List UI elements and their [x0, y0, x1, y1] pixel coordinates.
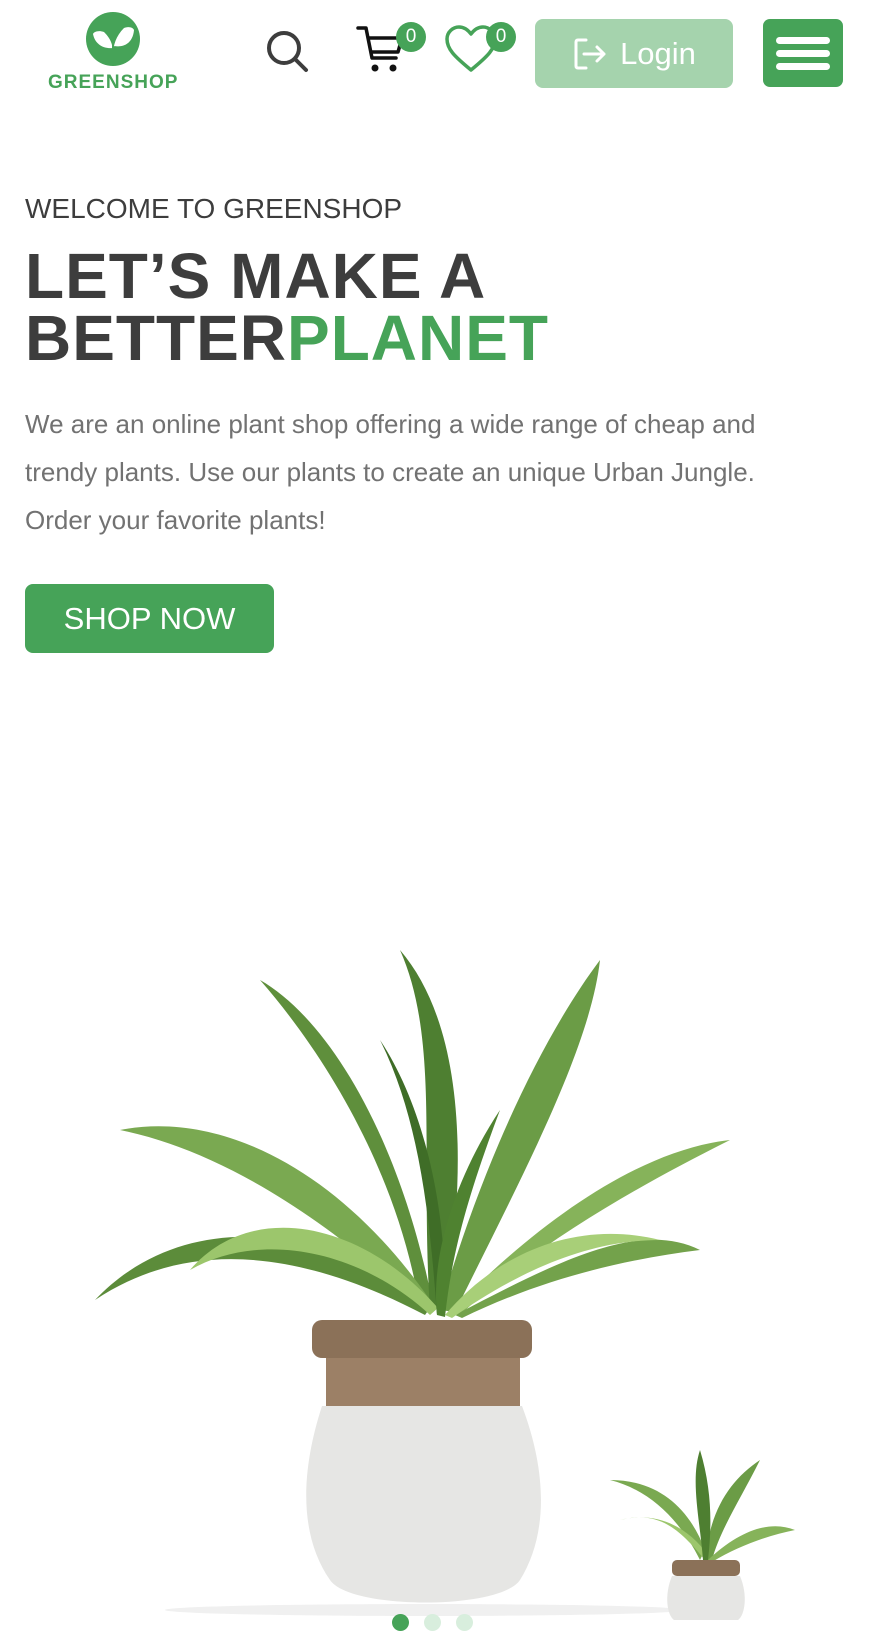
- login-label: Login: [620, 35, 696, 71]
- hamburger-icon: [776, 63, 830, 70]
- carousel-dot[interactable]: [456, 1614, 473, 1631]
- login-button[interactable]: Login: [535, 19, 733, 88]
- site-header: GREENSHOP 0 0 Login: [0, 0, 869, 110]
- brand-name: GREENSHOP: [48, 72, 179, 93]
- potted-plant-illustration: [95, 950, 795, 1620]
- carousel-dot[interactable]: [392, 1614, 409, 1631]
- search-icon: [267, 31, 308, 72]
- shop-now-button[interactable]: SHOP NOW: [25, 584, 274, 653]
- carousel-dot[interactable]: [424, 1614, 441, 1631]
- large-pot: [165, 1320, 685, 1616]
- search-button[interactable]: [264, 28, 312, 76]
- wishlist-button[interactable]: 0: [444, 22, 516, 78]
- headline-accent-word: PLANET: [287, 302, 549, 374]
- headline-dark-word: BETTER: [25, 302, 287, 374]
- cart-button[interactable]: 0: [356, 22, 426, 78]
- greenshop-logo[interactable]: GREENSHOP: [48, 12, 178, 94]
- hamburger-icon: [776, 50, 830, 57]
- hero-welcome-text: WELCOME TO GREENSHOP: [25, 193, 403, 224]
- menu-button[interactable]: [763, 19, 843, 87]
- small-plant: [610, 1450, 795, 1620]
- large-plant-leaves: [95, 950, 730, 1318]
- wishlist-count-badge: 0: [486, 22, 516, 52]
- cart-count-badge: 0: [396, 22, 426, 52]
- leaf-logo-icon: [86, 12, 140, 66]
- hero-description: We are an online plant shop offering a w…: [25, 409, 756, 535]
- hero-headline: LET’S MAKE A BETTERPLANET: [25, 244, 549, 370]
- carousel-pagination: [392, 1614, 482, 1632]
- logout-arrow-icon: [574, 38, 606, 69]
- hamburger-icon: [776, 37, 830, 44]
